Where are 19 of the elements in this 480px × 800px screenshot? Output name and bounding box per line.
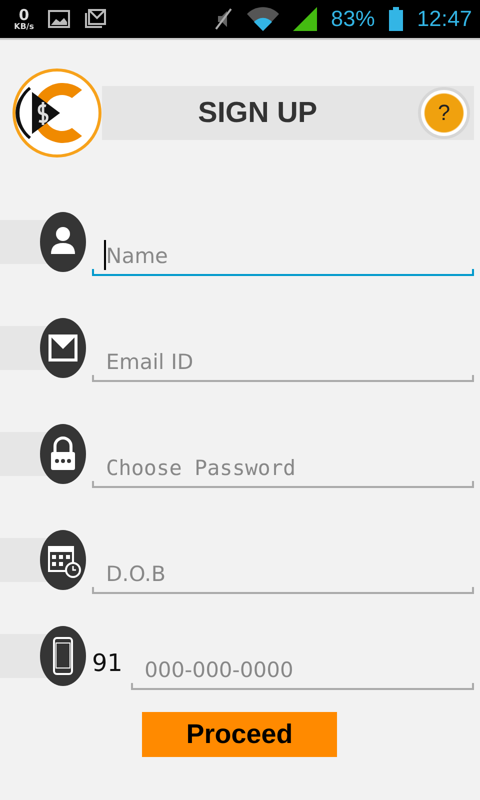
page-title: SIGN UP <box>198 96 318 130</box>
clock: 12:47 <box>416 6 472 32</box>
country-code: 91 <box>92 649 123 677</box>
person-icon <box>40 212 86 272</box>
signal-icon <box>292 7 317 31</box>
speed-unit: KB/s <box>14 22 34 30</box>
mail-icon <box>84 9 106 29</box>
mail-icon <box>40 318 86 378</box>
calendar-clock-icon <box>40 530 86 590</box>
speed-value: 0 <box>18 8 30 22</box>
battery-icon <box>388 7 403 31</box>
proceed-button[interactable]: Proceed <box>142 712 337 757</box>
battery-percent: 83% <box>330 6 375 32</box>
help-button[interactable]: ? <box>418 87 470 139</box>
image-icon <box>48 10 70 28</box>
lock-icon <box>40 424 86 484</box>
mute-icon <box>214 8 233 30</box>
phone-icon <box>40 626 86 686</box>
wifi-icon <box>246 7 279 31</box>
